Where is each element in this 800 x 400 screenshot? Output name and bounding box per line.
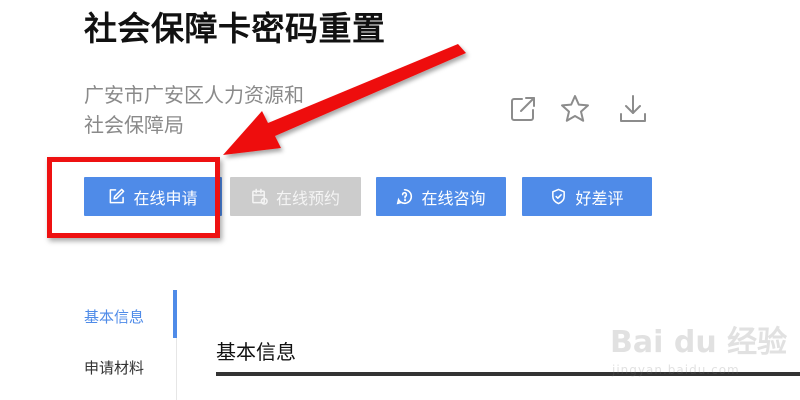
star-icon[interactable] bbox=[559, 93, 591, 125]
online-consult-button[interactable]: 在线咨询 bbox=[376, 177, 506, 216]
online-reserve-button[interactable]: 在线预约 bbox=[230, 177, 361, 216]
section-title: 基本信息 bbox=[216, 340, 296, 364]
download-icon[interactable] bbox=[617, 93, 649, 125]
side-nav-active-indicator bbox=[173, 290, 177, 338]
organization-name: 广安市广安区人力资源和 社会保障局 bbox=[84, 80, 344, 140]
review-button[interactable]: 好差评 bbox=[522, 177, 652, 216]
page-title: 社会保障卡密码重置 bbox=[84, 9, 386, 48]
side-nav-item-basic-info[interactable]: 基本信息 bbox=[84, 306, 144, 327]
watermark-logo: Bai du 经验 bbox=[610, 325, 788, 360]
question-icon bbox=[397, 188, 413, 205]
online-reserve-label: 在线预约 bbox=[275, 188, 340, 208]
section-divider bbox=[216, 372, 800, 376]
share-icon[interactable] bbox=[507, 93, 539, 125]
side-nav-divider bbox=[176, 338, 177, 400]
org-line-2: 社会保障局 bbox=[84, 113, 184, 137]
org-line-1: 广安市广安区人力资源和 bbox=[84, 83, 304, 107]
side-nav-item-materials[interactable]: 申请材料 bbox=[84, 357, 144, 378]
page-root: 社会保障卡密码重置 广安市广安区人力资源和 社会保障局 在线申请 在线预约 在线… bbox=[0, 0, 800, 400]
calendar-icon bbox=[252, 188, 268, 205]
annotation-highlight-box bbox=[47, 157, 220, 238]
shield-icon bbox=[552, 188, 566, 205]
review-label: 好差评 bbox=[575, 188, 624, 208]
online-consult-label: 在线咨询 bbox=[421, 188, 486, 208]
